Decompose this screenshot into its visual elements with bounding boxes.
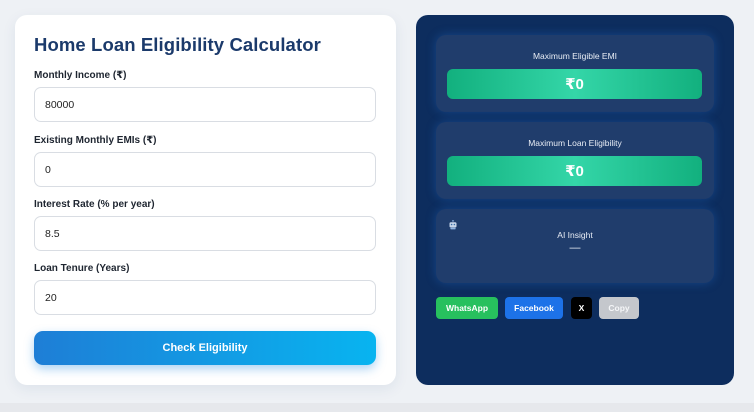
share-whatsapp-button[interactable]: WhatsApp <box>436 297 498 319</box>
existing-emis-label: Existing Monthly EMIs (₹) <box>34 135 157 146</box>
max-loan-label: Maximum Loan Eligibility <box>528 138 622 148</box>
monthly-income-input[interactable] <box>34 87 376 122</box>
ai-insight-card: AI Insight — <box>436 209 714 283</box>
check-eligibility-button[interactable]: Check Eligibility <box>34 331 376 365</box>
robot-icon <box>449 220 457 230</box>
calculator-form-card: Home Loan Eligibility Calculator Monthly… <box>15 15 396 385</box>
copy-button[interactable]: Copy <box>599 297 639 319</box>
results-panel: Maximum Eligible EMI ₹0 Maximum Loan Eli… <box>416 15 734 385</box>
ai-insight-title: AI Insight <box>557 230 593 240</box>
page-title: Home Loan Eligibility Calculator <box>34 34 321 55</box>
footer-strip <box>0 403 754 412</box>
loan-tenure-label: Loan Tenure (Years) <box>34 263 130 274</box>
max-emi-card: Maximum Eligible EMI ₹0 <box>436 35 714 112</box>
max-emi-value: ₹0 <box>447 69 702 99</box>
max-loan-card: Maximum Loan Eligibility ₹0 <box>436 122 714 199</box>
share-x-button[interactable]: X <box>571 297 592 319</box>
loan-tenure-input[interactable] <box>34 280 376 315</box>
interest-rate-label: Interest Rate (% per year) <box>34 199 155 210</box>
max-emi-label: Maximum Eligible EMI <box>532 51 618 61</box>
monthly-income-label: Monthly Income (₹) <box>34 70 127 81</box>
page: Home Loan Eligibility Calculator Monthly… <box>0 0 754 412</box>
max-loan-value: ₹0 <box>447 156 702 186</box>
share-facebook-button[interactable]: Facebook <box>505 297 563 319</box>
ai-insight-text: — <box>569 242 581 254</box>
interest-rate-input[interactable] <box>34 216 376 251</box>
existing-emis-input[interactable] <box>34 152 376 187</box>
